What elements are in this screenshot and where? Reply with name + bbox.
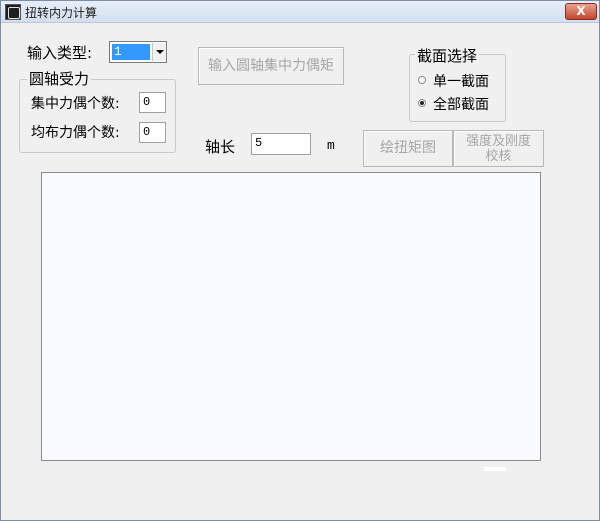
input-type-value: 1: [112, 44, 150, 60]
distributed-count-input[interactable]: 0: [139, 122, 166, 143]
shaft-length-label: 轴长: [205, 138, 236, 156]
single-section-label[interactable]: 单一截面: [433, 71, 489, 91]
concentrated-count-label: 集中力偶个数:: [31, 96, 120, 112]
torque-diagram-canvas[interactable]: [41, 172, 541, 461]
concentrated-count-input[interactable]: 0: [139, 92, 166, 113]
all-section-label[interactable]: 全部截面: [433, 94, 489, 114]
strength-stiffness-check-button[interactable]: 强度及刚度 校核: [453, 130, 544, 167]
shaft-length-unit: m: [327, 138, 335, 153]
chevron-down-icon[interactable]: [152, 43, 166, 61]
title-bar[interactable]: 扭转内力计算 X: [1, 1, 599, 23]
app-icon: [5, 4, 21, 20]
all-section-radio[interactable]: [418, 99, 426, 107]
shaft-length-input[interactable]: 5: [251, 133, 311, 155]
input-type-label: 输入类型:: [27, 44, 93, 62]
hidden-control-stub: [484, 467, 506, 471]
section-group-title: 截面选择: [415, 45, 480, 66]
load-group-title: 圆轴受力: [27, 68, 92, 89]
input-couple-moment-button[interactable]: 输入圆轴集中力偶矩: [198, 47, 344, 85]
draw-torque-diagram-button[interactable]: 绘扭矩图: [363, 130, 453, 167]
input-type-combo[interactable]: 1: [109, 41, 167, 63]
check-button-line2: 校核: [485, 149, 512, 164]
distributed-count-label: 均布力偶个数:: [31, 125, 120, 141]
window-title: 扭转内力计算: [25, 6, 98, 20]
single-section-radio[interactable]: [418, 76, 426, 84]
main-window: 扭转内力计算 X 输入类型: 1 圆轴受力 集中力偶个数: 0 均布力偶个数: …: [0, 0, 600, 521]
check-button-line1: 强度及刚度: [465, 134, 531, 149]
close-button[interactable]: X: [565, 3, 597, 20]
